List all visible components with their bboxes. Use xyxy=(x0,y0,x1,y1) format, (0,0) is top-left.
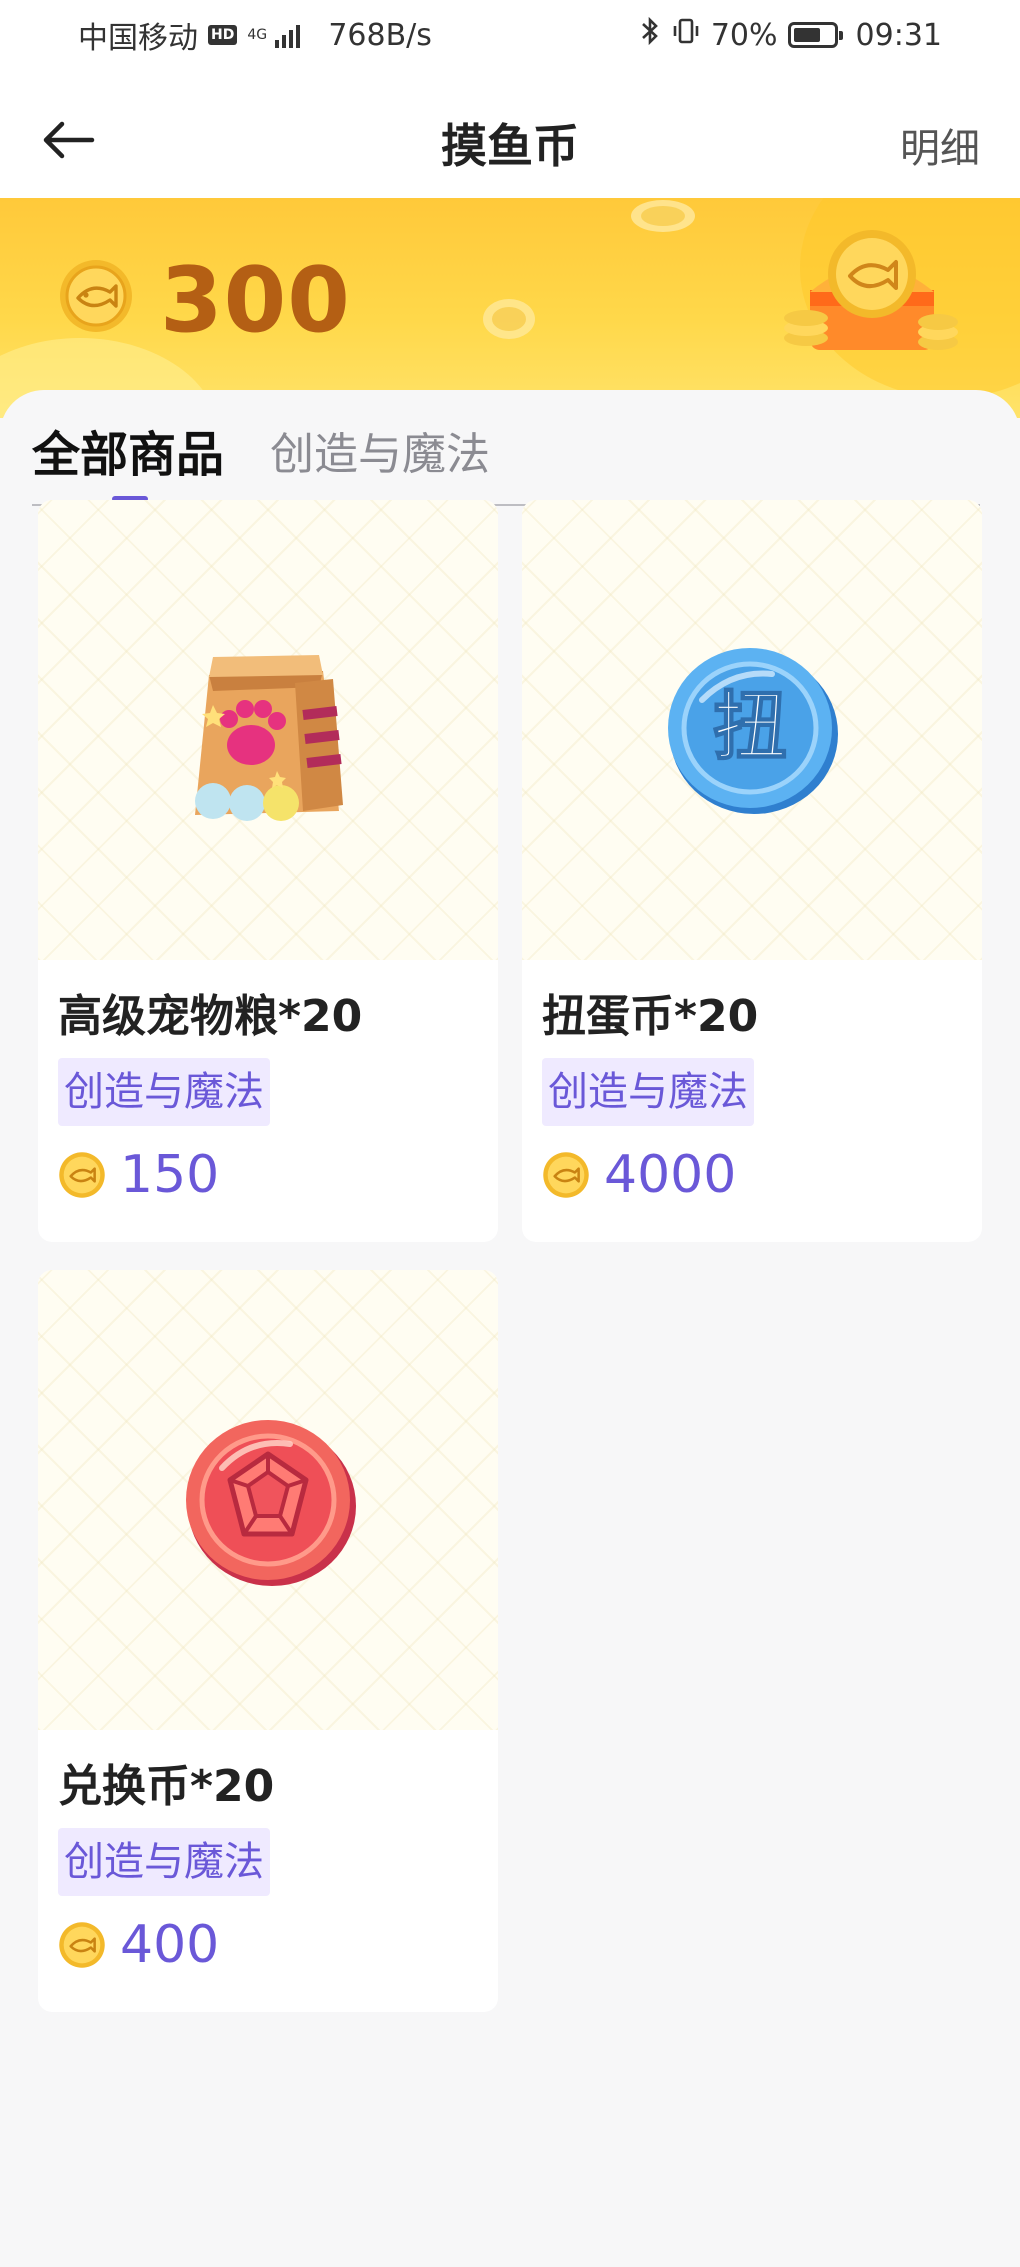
fish-coin-icon xyxy=(59,1922,105,1968)
decorative-coin-icon xyxy=(631,200,695,232)
product-card[interactable]: 扭 扭蛋币*20 创造与魔法 4000 xyxy=(522,500,982,1242)
status-right: 70% 09:31 xyxy=(639,14,942,56)
treasure-chest-icon xyxy=(784,230,958,350)
gacha-coin-icon: 扭 xyxy=(668,648,838,814)
product-category-tag: 创造与魔法 xyxy=(58,1058,270,1126)
exchange-coin-icon xyxy=(186,1420,356,1586)
product-category-tag: 创造与魔法 xyxy=(542,1058,754,1126)
page-title: 摸鱼币 xyxy=(441,119,579,173)
detail-button[interactable]: 明细 xyxy=(900,116,980,174)
battery-icon xyxy=(787,22,843,48)
product-price: 400 xyxy=(120,1915,220,1975)
decorative-coin-icon xyxy=(483,299,535,339)
vibrate-icon xyxy=(671,16,701,54)
product-price-row: 4000 xyxy=(542,1140,736,1210)
product-title: 兑换币*20 xyxy=(58,1761,275,1812)
product-image xyxy=(38,1270,498,1730)
product-card[interactable]: 兑换币*20 创造与魔法 400 xyxy=(38,1270,498,2012)
product-card[interactable]: 高级宠物粮*20 创造与魔法 150 xyxy=(38,500,498,1242)
category-tabs: 全部商品 创造与魔法 xyxy=(32,410,980,506)
product-image: 扭 xyxy=(522,500,982,960)
product-price: 150 xyxy=(120,1145,220,1205)
product-price-row: 150 xyxy=(58,1140,219,1210)
balance-amount: 300 xyxy=(160,248,351,353)
signal-icon xyxy=(275,22,301,48)
product-price: 4000 xyxy=(604,1145,737,1205)
product-title: 扭蛋币*20 xyxy=(542,991,759,1042)
product-category-tag: 创造与魔法 xyxy=(58,1828,270,1896)
tab-creation-and-magic[interactable]: 创造与魔法 xyxy=(270,410,490,490)
network-speed: 768B/s xyxy=(328,17,432,53)
network-type: 4G xyxy=(247,27,268,43)
product-price-row: 400 xyxy=(58,1910,219,1980)
nav-header: 摸鱼币 明细 xyxy=(0,70,1020,198)
pet-food-bag-icon xyxy=(195,655,343,821)
product-image xyxy=(38,500,498,960)
carrier-name: 中国移动 xyxy=(78,21,198,56)
fish-coin-icon xyxy=(543,1152,589,1198)
status-left: 中国移动 HD 4G 768B/s xyxy=(78,14,432,57)
bluetooth-icon xyxy=(639,16,661,54)
svg-text:扭: 扭 xyxy=(713,684,787,770)
fish-coin-icon xyxy=(59,1152,105,1198)
clock: 09:31 xyxy=(855,17,942,53)
status-bar: 中国移动 HD 4G 768B/s 70% 09:31 xyxy=(0,0,1020,70)
battery-percent: 70% xyxy=(710,17,778,53)
hd-badge: HD xyxy=(208,25,238,45)
tab-all-products[interactable]: 全部商品 xyxy=(32,410,224,490)
fish-coin-icon xyxy=(60,260,132,332)
product-title: 高级宠物粮*20 xyxy=(58,991,363,1042)
balance-banner: 300 xyxy=(0,198,1020,418)
